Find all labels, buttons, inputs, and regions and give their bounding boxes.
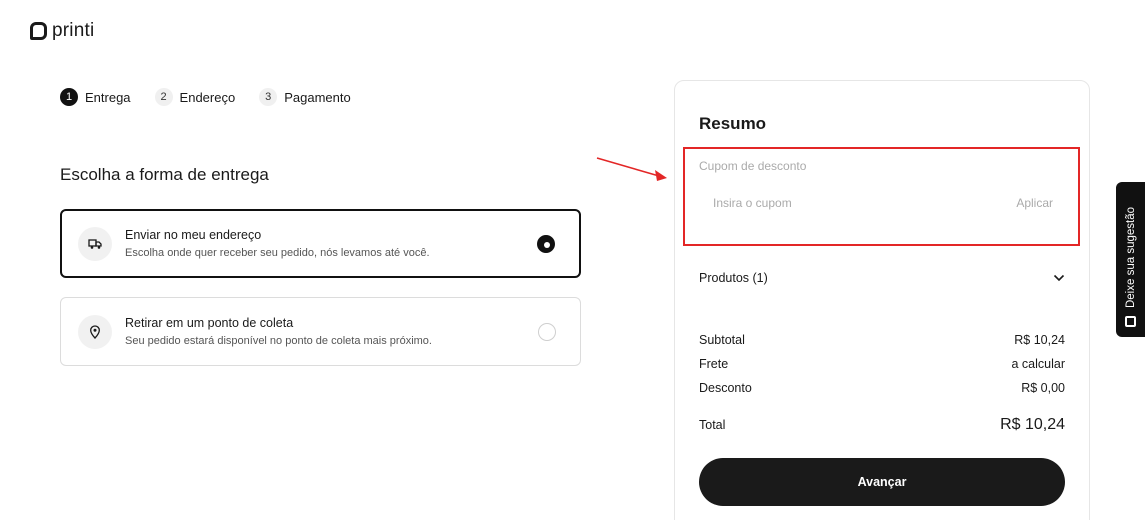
advance-button[interactable]: Avançar xyxy=(699,458,1065,506)
discount-row: Desconto R$ 0,00 xyxy=(699,381,1065,395)
step-label: Endereço xyxy=(179,89,236,105)
truck-icon xyxy=(78,226,112,261)
feedback-tab[interactable]: Deixe sua sugestão xyxy=(1116,182,1145,337)
delivery-title: Escolha a forma de entrega xyxy=(60,165,269,184)
coupon-label: Cupom de desconto xyxy=(699,159,807,173)
annotation-arrow-icon xyxy=(596,157,667,181)
delivery-option-home[interactable]: Enviar no meu endereço Escolha onde quer… xyxy=(60,209,581,278)
order-summary: Resumo Cupom de desconto Aplicar Produto… xyxy=(674,80,1090,520)
brand-logo[interactable]: printi xyxy=(30,20,94,42)
total-value: R$ 10,24 xyxy=(1000,416,1065,433)
total-label: Total xyxy=(699,418,726,432)
step-pagamento[interactable]: 3 Pagamento xyxy=(259,88,351,106)
feedback-icon xyxy=(1125,316,1136,327)
shipping-row: Frete a calcular xyxy=(699,357,1065,371)
row-label: Desconto xyxy=(699,381,752,395)
step-entrega[interactable]: 1 Entrega xyxy=(60,88,131,106)
step-number: 3 xyxy=(259,88,278,106)
step-label: Entrega xyxy=(85,89,131,105)
checkout-steps: 1 Entrega 2 Endereço 3 Pagamento xyxy=(60,88,351,106)
summary-title: Resumo xyxy=(699,114,767,133)
step-label: Pagamento xyxy=(284,89,351,105)
option-title: Retirar em um ponto de coleta xyxy=(125,316,294,330)
total-row: Total R$ 10,24 xyxy=(699,416,1065,434)
step-number: 1 xyxy=(60,88,78,106)
delivery-option-pickup[interactable]: Retirar em um ponto de coleta Seu pedido… xyxy=(60,297,581,366)
feedback-label: Deixe sua sugestão xyxy=(1124,206,1137,308)
row-value: a calcular xyxy=(1011,357,1066,371)
radio-unselected[interactable] xyxy=(538,323,556,341)
subtotal-row: Subtotal R$ 10,24 xyxy=(699,333,1065,347)
radio-selected[interactable] xyxy=(537,235,555,253)
step-endereco[interactable]: 2 Endereço xyxy=(154,88,236,106)
products-toggle[interactable]: Produtos (1) xyxy=(699,271,1065,285)
location-pin-icon xyxy=(78,314,112,349)
option-title: Enviar no meu endereço xyxy=(125,228,262,242)
row-label: Subtotal xyxy=(699,333,745,347)
option-subtitle: Escolha onde quer receber seu pedido, nó… xyxy=(125,247,430,259)
printi-logo-icon xyxy=(30,22,47,40)
step-number: 2 xyxy=(154,88,173,106)
coupon-input[interactable] xyxy=(699,185,1065,221)
products-label: Produtos (1) xyxy=(699,271,768,285)
row-value: R$ 10,24 xyxy=(1014,333,1065,347)
row-label: Frete xyxy=(699,357,729,371)
apply-coupon-button[interactable]: Aplicar xyxy=(1016,196,1053,210)
row-value: R$ 0,00 xyxy=(1021,381,1065,395)
brand-name: printi xyxy=(52,20,95,41)
chevron-down-icon xyxy=(1053,274,1065,282)
option-subtitle: Seu pedido estará disponível no ponto de… xyxy=(125,335,432,347)
